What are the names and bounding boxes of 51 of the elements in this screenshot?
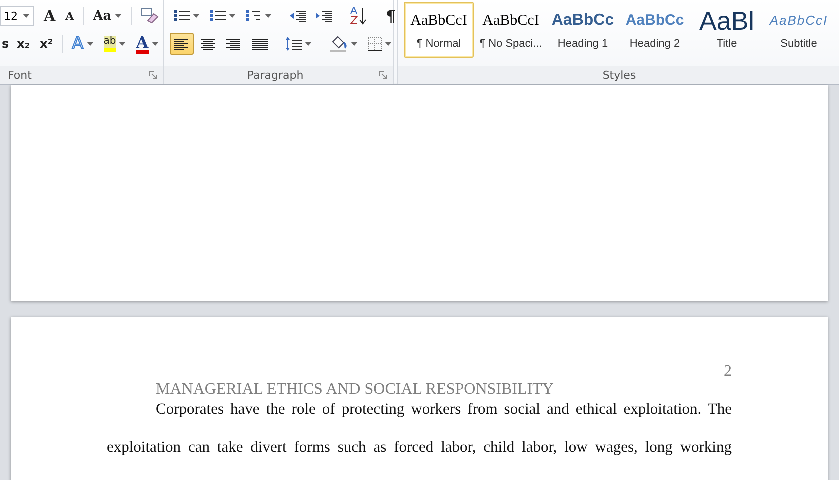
align-center-icon bbox=[200, 37, 216, 51]
group-label: Styles bbox=[602, 68, 638, 82]
style-gallery-item[interactable]: AaBbCcI ¶ Normal bbox=[404, 2, 474, 58]
line-spacing-icon bbox=[286, 37, 302, 51]
caret-icon bbox=[119, 42, 126, 46]
superscript-button[interactable]: x² bbox=[36, 33, 58, 55]
body-text-line: exploitation can take divert forms such as forced labor, child labor, low wages, long working bbox=[107, 438, 732, 458]
sort-icon bbox=[350, 7, 368, 25]
group-label: Font bbox=[8, 68, 33, 82]
caret-icon bbox=[265, 14, 272, 18]
caret-icon bbox=[114, 14, 122, 18]
paint-bucket-icon bbox=[330, 36, 348, 52]
style-gallery-item[interactable]: AaBbCc Heading 1 bbox=[548, 2, 618, 58]
caret-icon bbox=[152, 42, 159, 46]
dialog-launcher-icon[interactable] bbox=[149, 71, 157, 79]
body-text-line: Corporates have the role of protecting workers from social and ethical exploitation. The bbox=[155, 400, 732, 420]
caret-icon bbox=[351, 42, 358, 46]
borders-icon bbox=[368, 37, 382, 51]
grow-font-button[interactable]: A bbox=[40, 5, 60, 27]
font-color-button[interactable]: A bbox=[132, 33, 163, 55]
caret-icon bbox=[385, 42, 392, 46]
caret-icon bbox=[305, 42, 312, 46]
group-label: Paragraph bbox=[246, 68, 305, 82]
font-size-field[interactable]: 12 bbox=[0, 6, 34, 26]
style-gallery-item[interactable]: AaBbCcI ¶ No Spaci... bbox=[476, 2, 546, 58]
decrease-indent-icon bbox=[290, 9, 306, 23]
dialog-launcher-icon[interactable] bbox=[379, 71, 387, 79]
caret-icon bbox=[229, 14, 236, 18]
multilevel-list-icon bbox=[246, 9, 262, 23]
numbering-icon bbox=[210, 9, 226, 23]
page-number: 2 bbox=[723, 363, 732, 382]
shrink-font-button[interactable]: A bbox=[62, 5, 78, 27]
justify-icon bbox=[252, 37, 268, 51]
caret-icon bbox=[193, 14, 200, 18]
caret-icon bbox=[86, 42, 94, 46]
show-marks-button[interactable]: ¶ bbox=[382, 5, 400, 27]
caret-icon bbox=[23, 14, 30, 18]
highlight-button[interactable]: ab bbox=[100, 33, 130, 55]
change-case-button[interactable]: Aa bbox=[89, 5, 126, 27]
style-gallery-item[interactable]: AaBl Title bbox=[692, 2, 762, 58]
subscript-button[interactable]: x₂ bbox=[13, 33, 34, 55]
running-header: MANAGERIAL ETHICS AND SOCIAL RESPONSIBILITY bbox=[155, 381, 555, 399]
strikethrough-button[interactable]: s bbox=[0, 33, 12, 55]
eraser-icon bbox=[140, 8, 159, 24]
increase-indent-icon bbox=[316, 9, 332, 23]
align-left-icon bbox=[174, 37, 190, 51]
style-gallery-item[interactable]: AaBbCcI Subtitle bbox=[764, 2, 834, 58]
align-right-icon bbox=[226, 37, 242, 51]
style-gallery-item[interactable]: AaBbCc Heading 2 bbox=[620, 2, 690, 58]
align-left-button[interactable] bbox=[170, 33, 194, 55]
bullets-icon bbox=[174, 9, 190, 23]
